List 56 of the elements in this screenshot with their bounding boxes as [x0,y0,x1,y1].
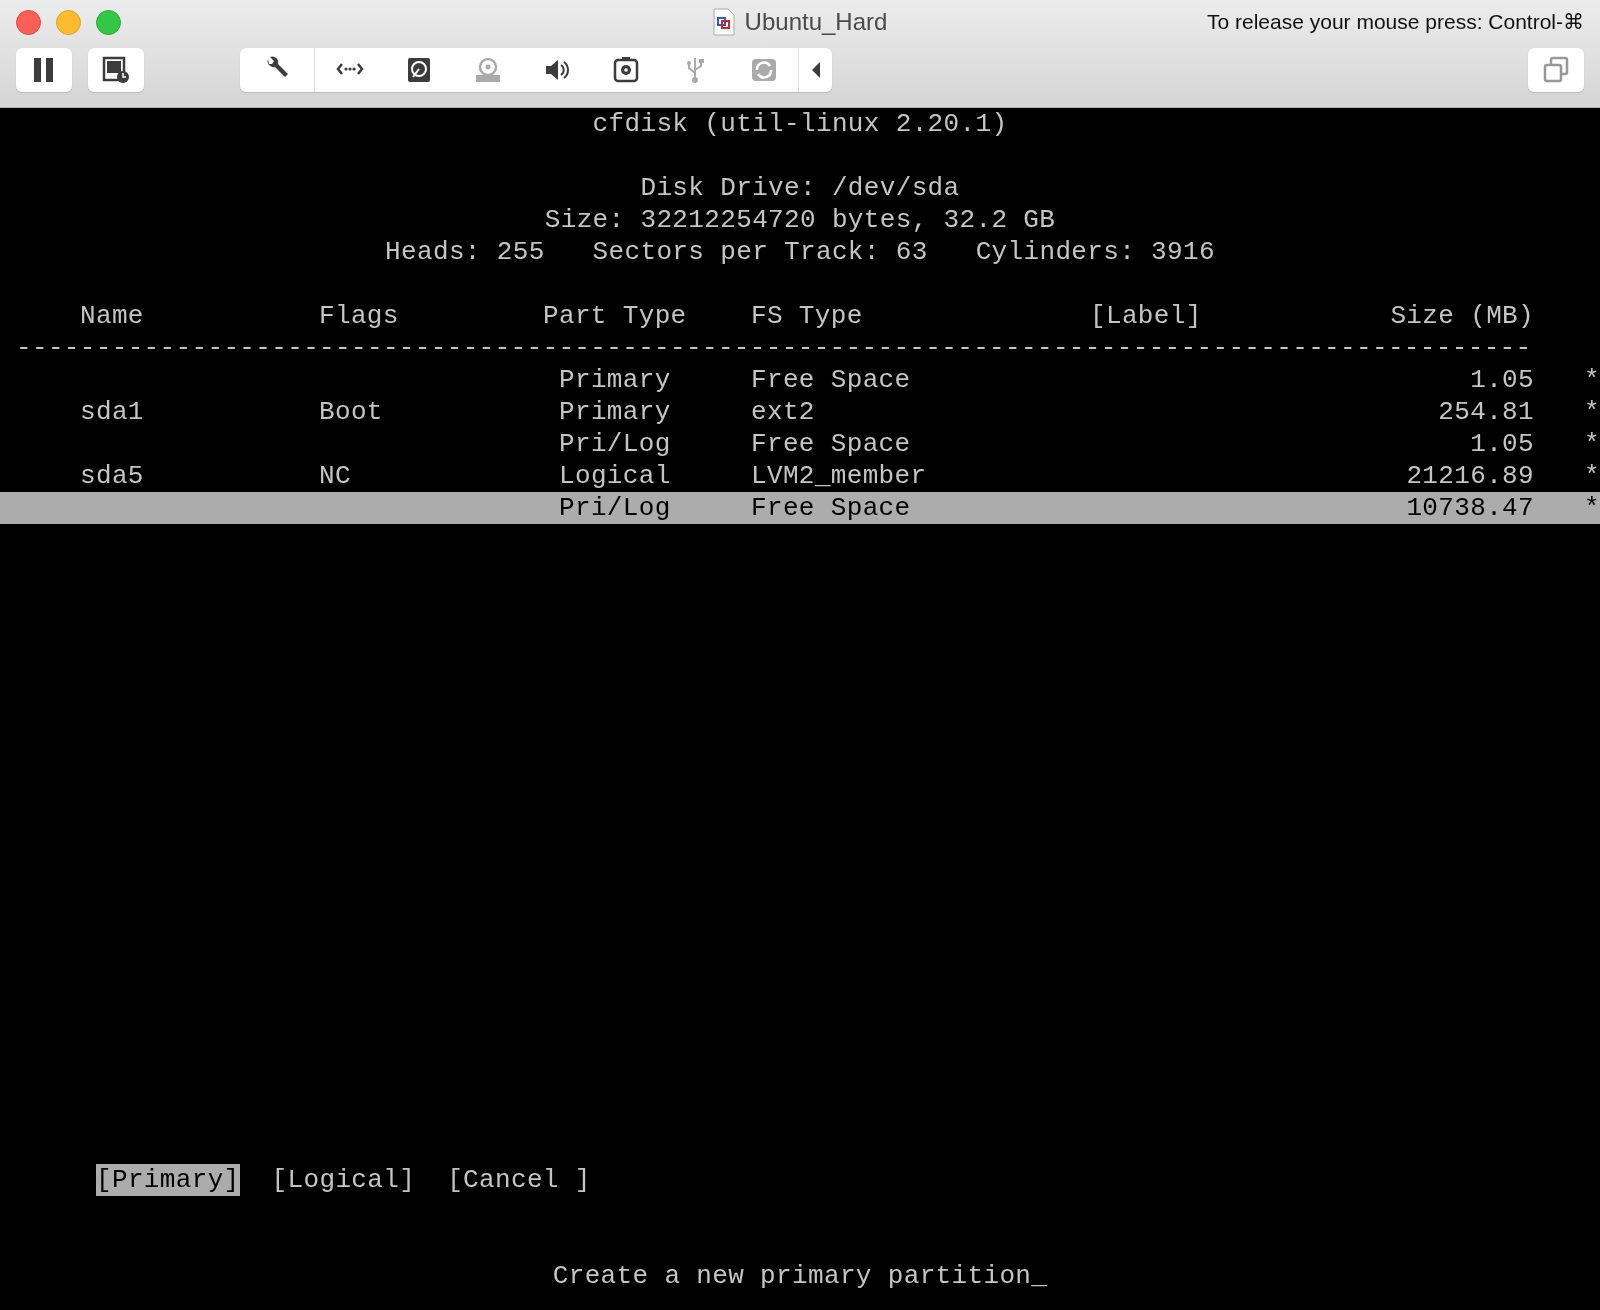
release-hint: To release your mouse press: Control-⌘ [1207,10,1584,34]
partition-row[interactable]: sda1 Boot Primary ext2 254.81 * [0,396,1600,428]
table-cell: * [1584,493,1600,523]
table-cell: 1.05 [1470,365,1534,395]
table-cell: Primary [559,397,671,427]
table-cell: Primary [559,365,671,395]
snapshot-button[interactable] [88,48,144,92]
table-cell: sda5 [80,461,144,491]
table-cell: NC [319,461,351,491]
table-cell: 1.05 [1470,429,1534,459]
partition-row[interactable]: sda5 NC Logical LVM2_member 21216.89 * [0,460,1600,492]
geometry-info: Sectors per Track: 63 [592,236,928,268]
geometry-info: Cylinders: 3916 [975,236,1215,268]
table-cell: * [1584,365,1600,395]
table-cell: Pri/Log [559,429,671,459]
table-cell: Logical [559,461,671,491]
status-message: Create a new primary partition_ [552,1261,1048,1291]
table-cell: 21216.89 [1406,461,1534,491]
menu-button[interactable]: [Primary] [96,1164,240,1196]
table-cell: * [1584,429,1600,459]
table-cell: ext2 [751,397,815,427]
partition-row[interactable]: Primary Free Space 1.05 * [0,364,1600,396]
window-mode-button[interactable] [1528,48,1584,92]
table-cell: Free Space [751,365,911,395]
table-cell: LVM2_member [751,461,927,491]
column-header: FS Type [751,300,864,332]
separator-line: ----------------------------------------------------------------------------------------------- [16,332,1533,364]
disk-info: Size: 32212254720 bytes, 32.2 GB [544,205,1056,235]
table-cell: sda1 [80,397,144,427]
close-button[interactable] [16,9,41,35]
table-cell: Free Space [751,493,911,523]
table-cell: Boot [319,397,383,427]
table-cell: Free Space [751,429,911,459]
column-header: Flags [319,300,400,332]
table-cell: 10738.47 [1406,493,1534,523]
column-header: [Label] [1090,300,1203,332]
table-cell: Pri/Log [559,493,671,523]
overlapping-windows-icon [1541,55,1571,85]
program-title: cfdisk (util-linux 2.20.1) [592,109,1008,139]
geometry-info: Heads: 255 [385,236,545,268]
pause-icon [33,57,55,83]
pause-button[interactable] [16,48,72,92]
partition-row[interactable]: Pri/Log Free Space 1.05 * [0,428,1600,460]
column-header: Name [80,300,145,332]
menu-button[interactable]: [Logical] [271,1164,416,1196]
partition-row[interactable]: Pri/Log Free Space 10738.47 * [0,492,1600,524]
column-header: Size (MB) [1389,300,1534,332]
table-cell: * [1584,461,1600,491]
window-title: Ubuntu_Hard [744,8,888,36]
document-icon [712,8,735,36]
screen-clock-icon [101,55,131,85]
table-cell: * [1584,397,1600,427]
menu-button[interactable]: [Cancel ] [447,1164,591,1196]
disk-info: Disk Drive: /dev/sda [640,173,960,203]
table-cell: 254.81 [1438,397,1534,427]
column-header: Part Type [543,300,688,332]
